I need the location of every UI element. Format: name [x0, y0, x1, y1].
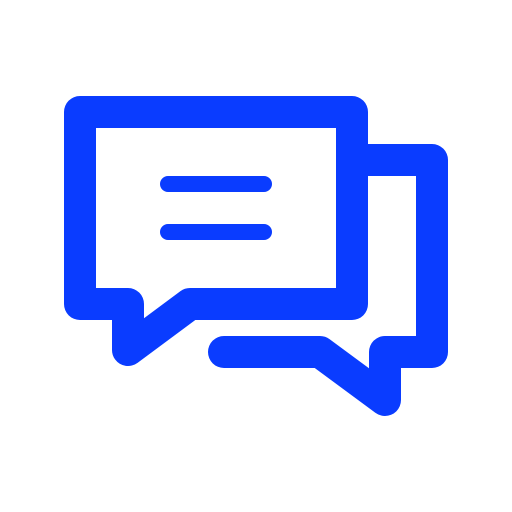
- back-speech-bubble-icon: [208, 144, 448, 416]
- icon-canvas: [0, 0, 512, 512]
- chat-bubbles-icon: [64, 96, 448, 416]
